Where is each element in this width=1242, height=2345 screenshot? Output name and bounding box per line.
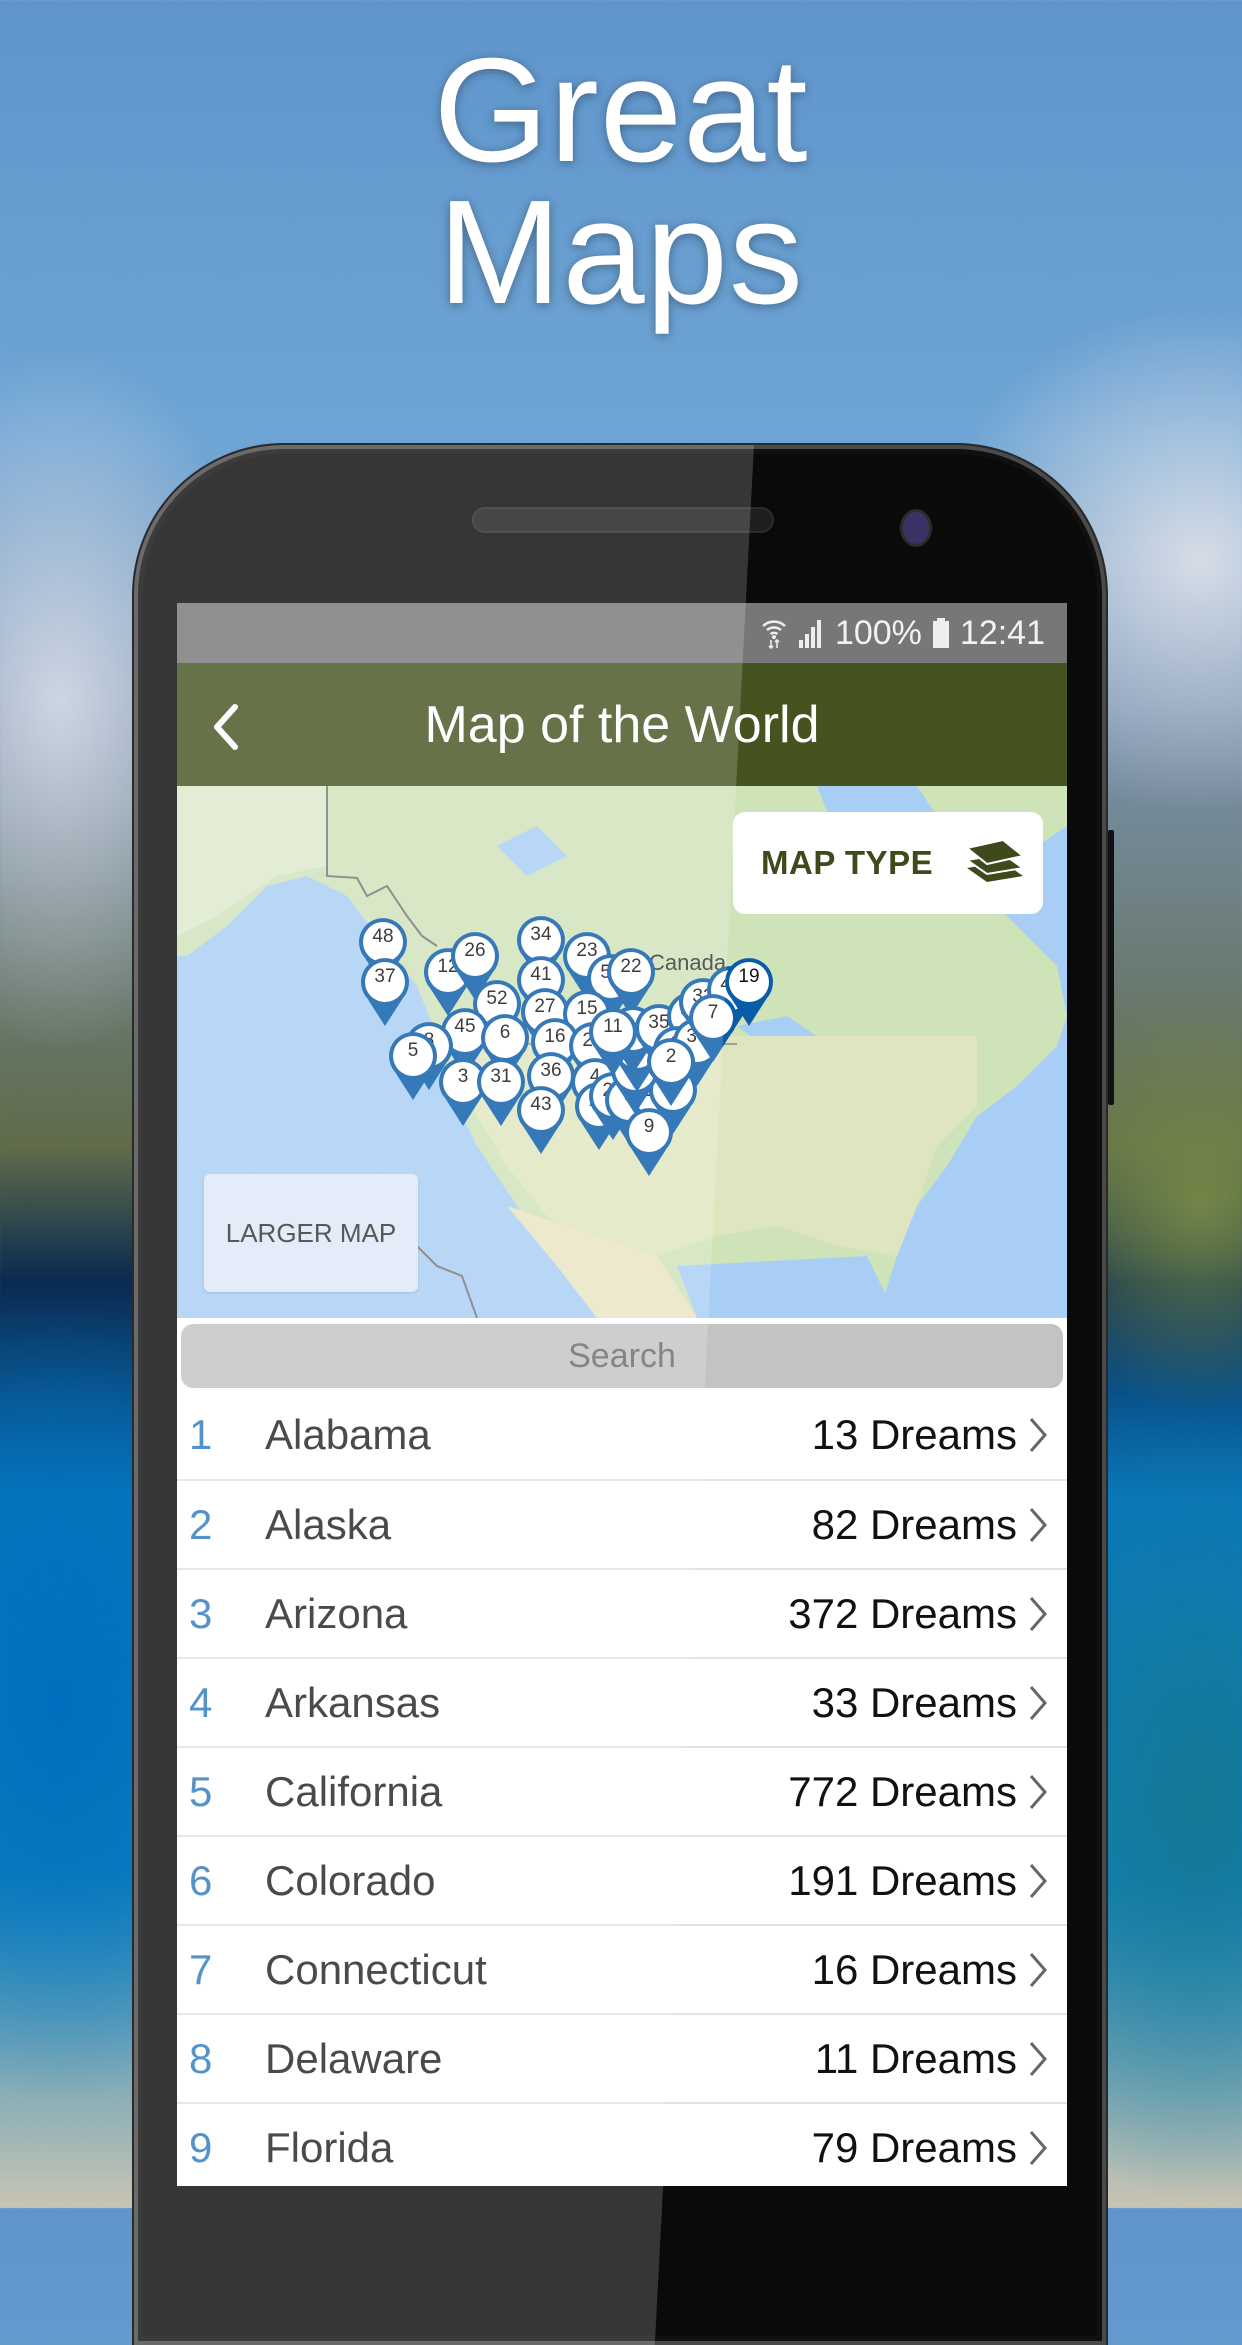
map-pin-label: 11 bbox=[603, 1016, 623, 1037]
chevron-right-icon bbox=[1029, 1863, 1047, 1898]
list-item[interactable]: 7 Connecticut 16 Dreams bbox=[177, 1924, 1067, 2013]
list-item[interactable]: 3 Arizona 372 Dreams bbox=[177, 1568, 1067, 1657]
chevron-right-icon bbox=[1029, 2041, 1047, 2076]
phone-speaker bbox=[472, 507, 774, 533]
list-item-name: Alaska bbox=[265, 1500, 392, 1548]
map-pin[interactable]: 11 bbox=[587, 1006, 639, 1078]
map-pin-label: 5 bbox=[407, 1040, 419, 1061]
map-pin-label: 2 bbox=[665, 1046, 677, 1067]
chevron-left-icon bbox=[214, 704, 238, 750]
list-item-index: 9 bbox=[189, 2123, 213, 2171]
chevron-right-icon bbox=[1029, 1774, 1047, 1809]
promo-headline: Great Maps bbox=[0, 28, 1242, 335]
list-item-index: 8 bbox=[189, 2034, 213, 2082]
list-item-name: Connecticut bbox=[265, 1945, 487, 1993]
map-pin-label: 9 bbox=[643, 1116, 655, 1137]
map-pin[interactable]: 2 bbox=[645, 1036, 697, 1108]
list-item-count: 11 Dreams bbox=[814, 2034, 1017, 2082]
map-pin[interactable]: 5 bbox=[387, 1030, 439, 1102]
list-item[interactable]: 1 Alabama 13 Dreams bbox=[177, 1390, 1067, 1479]
list-item-name: Colorado bbox=[265, 1856, 436, 1904]
list-item[interactable]: 2 Alaska 82 Dreams bbox=[177, 1479, 1067, 1568]
chevron-right-icon bbox=[1029, 1417, 1047, 1452]
phone-screen: 100% 12:41 Map of the World Canada 48 37… bbox=[177, 603, 1067, 2186]
chevron-right-icon bbox=[1029, 1685, 1047, 1720]
list-item-name: Delaware bbox=[265, 2034, 443, 2082]
state-list: 1 Alabama 13 Dreams 2 Alaska 82 Dreams 3… bbox=[177, 1390, 1067, 2186]
clock: 12:41 bbox=[959, 613, 1045, 652]
list-item[interactable]: 5 California 772 Dreams bbox=[177, 1746, 1067, 1835]
map-pin-label: 48 bbox=[372, 926, 394, 947]
app-bar: Map of the World bbox=[177, 663, 1067, 786]
list-item-count: 372 Dreams bbox=[788, 1589, 1017, 1637]
list-item-count: 82 Dreams bbox=[811, 1500, 1017, 1548]
page-title: Map of the World bbox=[424, 695, 820, 754]
map-pin-label: 41 bbox=[530, 964, 552, 985]
list-item-count: 33 Dreams bbox=[811, 1678, 1017, 1726]
map-view[interactable]: Canada 483712265234412723512215162545685… bbox=[177, 786, 1067, 1318]
list-item-count: 13 Dreams bbox=[811, 1410, 1017, 1458]
map-pin[interactable]: 37 bbox=[359, 956, 411, 1028]
map-type-label: MAP TYPE bbox=[761, 844, 934, 881]
map-pin-label: 43 bbox=[530, 1094, 552, 1115]
list-item-name: Arkansas bbox=[265, 1678, 441, 1726]
phone-camera bbox=[903, 512, 929, 544]
search-bar bbox=[177, 1318, 1067, 1388]
map-pin[interactable]: 19 bbox=[723, 956, 775, 1028]
map-type-button[interactable]: MAP TYPE bbox=[733, 812, 1043, 914]
chevron-right-icon bbox=[1029, 2130, 1047, 2165]
wifi-icon bbox=[761, 617, 787, 649]
chevron-right-icon bbox=[1029, 1952, 1047, 1987]
list-item[interactable]: 4 Arkansas 33 Dreams bbox=[177, 1657, 1067, 1746]
list-item-count: 191 Dreams bbox=[788, 1856, 1017, 1904]
list-item-name: California bbox=[265, 1767, 443, 1815]
list-item-count: 79 Dreams bbox=[811, 2123, 1017, 2171]
status-bar: 100% 12:41 bbox=[177, 603, 1067, 663]
battery-percent: 100% bbox=[834, 613, 922, 652]
layers-icon bbox=[964, 838, 1026, 882]
list-item-index: 2 bbox=[189, 1500, 213, 1548]
list-item[interactable]: 9 Florida 79 Dreams bbox=[177, 2102, 1067, 2186]
larger-map-button[interactable]: LARGER MAP bbox=[204, 1174, 418, 1292]
list-item-name: Alabama bbox=[265, 1410, 431, 1458]
chevron-right-icon bbox=[1029, 1507, 1047, 1542]
battery-icon bbox=[932, 618, 950, 648]
chevron-right-icon bbox=[1029, 1596, 1047, 1631]
list-item-index: 7 bbox=[189, 1945, 213, 1993]
search-input[interactable] bbox=[181, 1324, 1063, 1388]
phone-power-button bbox=[1108, 1015, 1114, 1105]
list-item-count: 772 Dreams bbox=[788, 1767, 1017, 1815]
list-item-index: 1 bbox=[189, 1410, 213, 1458]
map-pin-label: 37 bbox=[374, 966, 396, 987]
map-pin-label: 26 bbox=[464, 940, 486, 961]
list-item-index: 5 bbox=[189, 1767, 213, 1815]
list-item[interactable]: 8 Delaware 11 Dreams bbox=[177, 2013, 1067, 2102]
back-button[interactable] bbox=[199, 697, 259, 757]
list-item-count: 16 Dreams bbox=[811, 1945, 1017, 1993]
list-item-index: 6 bbox=[189, 1856, 213, 1904]
map-pin-label: 34 bbox=[530, 924, 552, 945]
signal-icon bbox=[797, 618, 825, 648]
map-pin-label: 22 bbox=[620, 956, 642, 977]
list-item[interactable]: 6 Colorado 191 Dreams bbox=[177, 1835, 1067, 1924]
headline-line-1: Great bbox=[433, 28, 809, 193]
map-pin-label: 19 bbox=[738, 966, 760, 987]
list-item-name: Florida bbox=[265, 2123, 394, 2171]
list-item-index: 3 bbox=[189, 1589, 213, 1637]
phone-volume-button bbox=[1108, 830, 1114, 1035]
map-pin[interactable]: 9 bbox=[623, 1106, 675, 1178]
list-item-name: Arizona bbox=[265, 1589, 408, 1637]
map-pin[interactable]: 43 bbox=[515, 1084, 567, 1156]
headline-line-2: Maps bbox=[438, 170, 804, 335]
list-item-index: 4 bbox=[189, 1678, 213, 1726]
map-pin-label: 6 bbox=[499, 1022, 511, 1043]
